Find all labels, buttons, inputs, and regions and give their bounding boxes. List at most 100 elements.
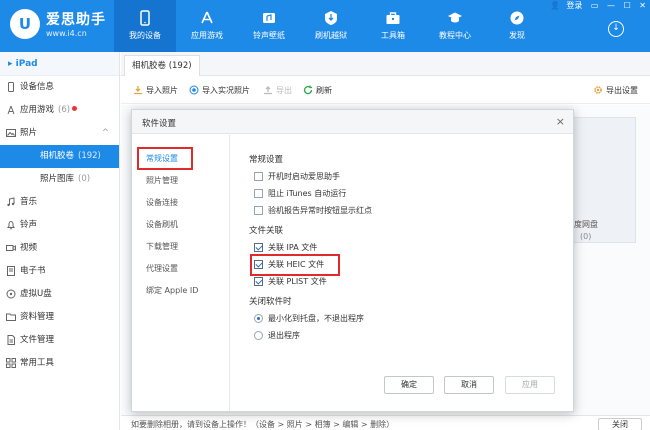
nav-label: 应用游戏: [191, 31, 223, 40]
checkbox[interactable]: [254, 189, 263, 198]
option-associate-plist[interactable]: 关联 PLIST 文件: [254, 276, 327, 288]
toolbar: 导入照片 导入实况照片 导出 刷新 导出设置: [121, 78, 650, 104]
book-icon: [7, 266, 15, 276]
sidebar-item-photo-library[interactable]: 照片图库 (0): [0, 168, 119, 191]
section-title-file-association: 文件关联: [249, 226, 284, 236]
option-report-red-dot[interactable]: 验机报告异常时按钮显示红点: [254, 205, 372, 217]
highlight-box-general: [137, 147, 193, 170]
maximize-button[interactable]: ☐: [624, 1, 631, 10]
close-window-button[interactable]: ✕: [639, 1, 646, 10]
dialog-nav-photo-management[interactable]: 照片管理: [146, 173, 178, 189]
device-name[interactable]: ▸ iPad: [0, 52, 119, 76]
sidebar-item-file-management[interactable]: 文件管理: [0, 329, 119, 352]
bottom-hint-bar: 如要删除相册，请到设备上操作！（设备 > 照片 > 相簿 > 编辑 > 删除） …: [121, 415, 650, 430]
compass-icon: [510, 11, 524, 25]
nav-label: 发现: [509, 31, 525, 40]
sidebar: ▸ iPad 设备信息 应用游戏 (6) 照片 ^ 相机胶卷 (192) 照片图库 (0…: [0, 52, 120, 430]
nav-label: 教程中心: [439, 31, 471, 40]
folder-icon: [6, 313, 16, 321]
app-title: 爱思助手: [46, 12, 106, 28]
sidebar-item-device-info[interactable]: 设备信息: [0, 76, 119, 99]
ringtone-icon: [263, 13, 275, 23]
dialog-nav-apple-id[interactable]: 绑定 Apple ID: [146, 283, 198, 299]
skin-button[interactable]: ▭: [591, 1, 599, 10]
nav-ringtones[interactable]: 铃声壁纸: [238, 0, 300, 52]
sidebar-item-ringtones[interactable]: 铃声: [0, 214, 119, 237]
checkbox-checked[interactable]: [254, 243, 263, 252]
section-title-on-close: 关闭软件时: [249, 297, 292, 307]
dialog-nav-device-connection[interactable]: 设备连接: [146, 195, 178, 211]
minimize-button[interactable]: —: [607, 1, 615, 10]
sidebar-item-video[interactable]: 视频: [0, 237, 119, 260]
option-associate-ipa[interactable]: 关联 IPA 文件: [254, 242, 317, 254]
radio[interactable]: [254, 331, 263, 340]
option-minimize-to-tray[interactable]: 最小化到托盘，不退出程序: [254, 313, 364, 325]
nav-apps[interactable]: 应用游戏: [176, 0, 238, 52]
checkbox[interactable]: [254, 172, 263, 181]
sidebar-item-ebooks[interactable]: 电子书: [0, 260, 119, 283]
sidebar-item-camera-roll[interactable]: 相机胶卷 (192): [0, 145, 119, 168]
dialog-nav-proxy[interactable]: 代理设置: [146, 261, 178, 277]
dialog-nav-device-flash[interactable]: 设备刷机: [146, 217, 178, 233]
sidebar-item-music[interactable]: 音乐: [0, 191, 119, 214]
app-url: www.i4.cn: [46, 29, 87, 38]
sidebar-item-apps[interactable]: 应用游戏 (6): [0, 99, 119, 122]
bottom-hint-text: 如要删除相册，请到设备上操作！（设备 > 照片 > 相簿 > 编辑 > 删除）: [131, 420, 395, 429]
dialog-title: 软件设置: [142, 119, 177, 129]
nav-toolbox[interactable]: 工具箱: [362, 0, 424, 52]
dialog-nav-download[interactable]: 下载管理: [146, 239, 178, 255]
cancel-button[interactable]: 取消: [444, 376, 494, 394]
tab-strip: 相机胶卷 (192): [121, 52, 650, 76]
app-store-icon: [7, 105, 15, 115]
bottom-close-button[interactable]: 关闭: [598, 418, 642, 430]
nav-flash[interactable]: 刷机越狱: [300, 0, 362, 52]
logo-icon: U: [10, 9, 40, 39]
radio-selected[interactable]: [254, 314, 263, 323]
ok-button[interactable]: 确定: [384, 376, 434, 394]
phone-icon: [140, 10, 150, 26]
option-block-itunes[interactable]: 阻止 iTunes 自动运行: [254, 188, 346, 200]
nav-discover[interactable]: 发现: [486, 0, 548, 52]
top-bar: U 爱思助手 www.i4.cn 我的设备 应用游戏 铃声壁纸 刷机越狱 工具箱…: [0, 0, 650, 52]
close-icon[interactable]: ×: [556, 115, 565, 128]
toolbox-icon: [386, 12, 400, 24]
live-photo-icon: [189, 85, 199, 95]
apply-button[interactable]: 应用: [505, 376, 555, 394]
nav-tutorials[interactable]: 教程中心: [424, 0, 486, 52]
refresh-icon: [303, 85, 313, 95]
photo-icon: [6, 129, 16, 137]
import-photos-button[interactable]: 导入照片: [133, 85, 178, 96]
dialog-title-bar: 软件设置 ×: [132, 110, 573, 134]
window-controls: 👤 登录 ▭ — ☐ ✕: [544, 0, 646, 11]
document-icon: [7, 335, 15, 345]
export-button[interactable]: 导出: [263, 85, 292, 96]
nav-my-device[interactable]: 我的设备: [114, 0, 176, 52]
download-icon[interactable]: ↓: [608, 21, 624, 37]
option-exit-program[interactable]: 退出程序: [254, 330, 300, 342]
sidebar-item-data-management[interactable]: 资料管理: [0, 306, 119, 329]
checkbox-checked[interactable]: [254, 277, 263, 286]
export-settings-button[interactable]: 导出设置: [593, 85, 638, 96]
sidebar-item-photos[interactable]: 照片 ^: [0, 122, 119, 145]
user-icon[interactable]: 👤: [550, 1, 560, 10]
tab-camera-roll[interactable]: 相机胶卷 (192): [124, 55, 200, 76]
dialog-content: 常规设置 开机时启动爱思助手 阻止 iTunes 自动运行 验机报告异常时按钮显…: [231, 135, 573, 411]
dialog-nav: 常规设置 照片管理 设备连接 设备刷机 下载管理 代理设置 绑定 Apple I…: [132, 135, 230, 411]
login-link[interactable]: 登录: [566, 1, 582, 10]
notification-dot: [72, 106, 78, 111]
nav-label: 工具箱: [381, 31, 405, 40]
checkbox[interactable]: [254, 206, 263, 215]
option-launch-on-startup[interactable]: 开机时启动爱思助手: [254, 171, 340, 183]
sidebar-item-common-tools[interactable]: 常用工具: [0, 352, 119, 375]
sidebar-item-virtual-usb[interactable]: 虚拟U盘: [0, 283, 119, 306]
refresh-button[interactable]: 刷新: [303, 85, 332, 96]
import-live-photos-button[interactable]: 导入实况照片: [189, 85, 250, 96]
graduation-icon: [448, 12, 462, 23]
music-icon: [7, 197, 15, 207]
album-count: (0): [580, 232, 592, 241]
nav-label: 我的设备: [129, 31, 161, 40]
grid-icon: [6, 358, 16, 368]
bell-icon: [7, 220, 15, 230]
video-icon: [6, 245, 16, 251]
export-icon: [264, 86, 272, 95]
